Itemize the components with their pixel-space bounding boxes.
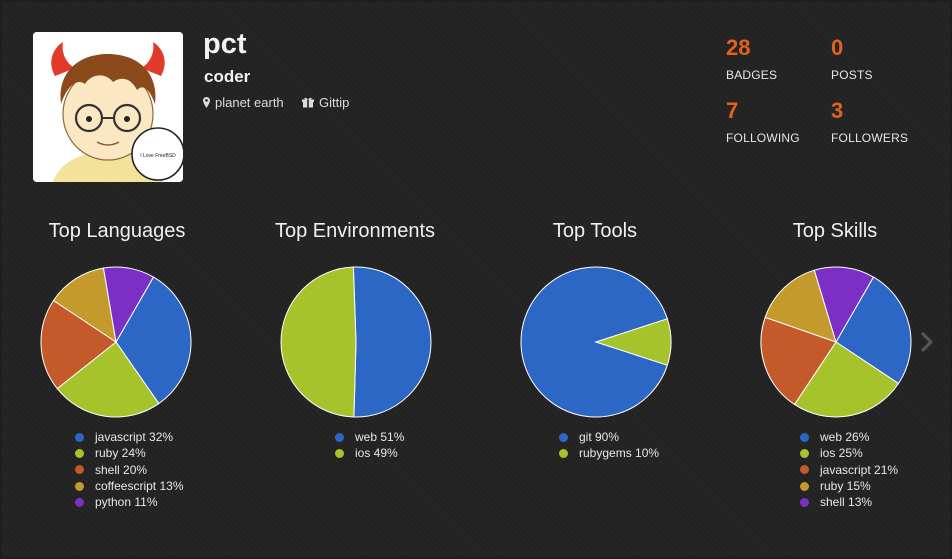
location-text: planet earth: [215, 95, 284, 110]
legend-label: rubygems 10%: [579, 446, 660, 461]
chart-title-environments: Top Environments: [274, 220, 436, 242]
legend-item: javascript 32%: [75, 429, 184, 445]
pie-slice-ios[interactable]: [280, 266, 357, 418]
legend-item: ios 25%: [800, 445, 898, 461]
gift-icon: [302, 97, 314, 108]
legend-languages: javascript 32% ruby 24% shell 20% coffeescr…: [75, 429, 184, 510]
badges-count[interactable]: 28: [726, 35, 750, 61]
legend-label: javascript 32%: [95, 430, 174, 445]
legend-label: ios 49%: [355, 446, 398, 461]
legend-swatch: [75, 448, 84, 458]
legend-label: ios 25%: [820, 446, 863, 461]
legend-swatch: [800, 497, 809, 507]
following-label[interactable]: FOLLOWING: [726, 131, 800, 145]
legend-skills: web 26% ios 25% javascript 21% ruby 15% shel…: [800, 429, 898, 510]
legend-swatch: [800, 448, 809, 458]
legend-item: git 90%: [559, 429, 659, 445]
legend-swatch: [75, 497, 84, 507]
legend-swatch: [559, 432, 568, 442]
followers-count[interactable]: 3: [831, 98, 843, 124]
profile-title: coder: [204, 67, 251, 86]
avatar[interactable]: I Love FreeBSD: [33, 32, 183, 182]
legend-label: web 51%: [355, 430, 405, 445]
legend-item: ruby 24%: [75, 445, 184, 461]
legend-environments: web 51% ios 49%: [335, 429, 404, 462]
legend-item: ios 49%: [335, 445, 404, 461]
chart-title-languages: Top Languages: [48, 220, 186, 242]
posts-count[interactable]: 0: [831, 35, 843, 61]
followers-label[interactable]: FOLLOWERS: [831, 131, 908, 145]
profile-name[interactable]: pct: [203, 28, 247, 61]
legend-item: coffeescript 13%: [75, 478, 184, 494]
legend-item: shell 13%: [800, 494, 898, 510]
avatar-illustration: I Love FreeBSD: [33, 32, 183, 182]
legend-swatch: [800, 465, 809, 475]
legend-swatch: [75, 481, 84, 491]
pie-skills: [760, 266, 912, 418]
legend-item: rubygems 10%: [559, 445, 659, 461]
map-marker-icon: [203, 97, 210, 108]
pie-slice-web[interactable]: [352, 266, 432, 418]
legend-label: web 26%: [820, 430, 870, 445]
legend-item: web 26%: [800, 429, 898, 445]
profile-card: I Love FreeBSD pct coder planet earth Gi…: [2, 2, 950, 557]
following-count[interactable]: 7: [726, 98, 738, 124]
legend-swatch: [800, 432, 809, 442]
chevron-right-icon[interactable]: [920, 332, 934, 357]
legend-swatch: [75, 465, 84, 475]
gittip-link[interactable]: Gittip: [302, 95, 349, 110]
legend-label: git 90%: [579, 430, 620, 445]
gittip-label: Gittip: [319, 95, 350, 110]
legend-item: python 11%: [75, 494, 184, 510]
pie-tools: [520, 266, 672, 418]
legend-label: python 11%: [95, 495, 158, 510]
legend-swatch: [335, 432, 344, 442]
legend-label: coffeescript 13%: [95, 479, 184, 494]
legend-item: ruby 15%: [800, 478, 898, 494]
legend-swatch: [75, 432, 84, 442]
chart-title-skills: Top Skills: [792, 220, 878, 242]
legend-swatch: [335, 448, 344, 458]
legend-label: shell 20%: [95, 462, 148, 477]
legend-tools: git 90% rubygems 10%: [559, 429, 659, 462]
legend-swatch: [559, 448, 568, 458]
pie-languages: [40, 266, 192, 418]
pie-environments: [280, 266, 432, 418]
legend-swatch: [800, 481, 809, 491]
legend-label: shell 13%: [820, 495, 873, 510]
avatar-caption: I Love FreeBSD: [140, 153, 176, 159]
legend-item: javascript 21%: [800, 462, 898, 478]
legend-item: web 51%: [335, 429, 404, 445]
legend-label: ruby 15%: [820, 479, 871, 494]
location: planet earth: [203, 95, 284, 110]
badges-label[interactable]: BADGES: [726, 68, 777, 82]
chart-title-tools: Top Tools: [552, 220, 638, 242]
legend-item: shell 20%: [75, 462, 184, 478]
legend-label: javascript 21%: [820, 462, 899, 477]
legend-label: ruby 24%: [95, 446, 146, 461]
posts-label[interactable]: POSTS: [831, 68, 873, 82]
